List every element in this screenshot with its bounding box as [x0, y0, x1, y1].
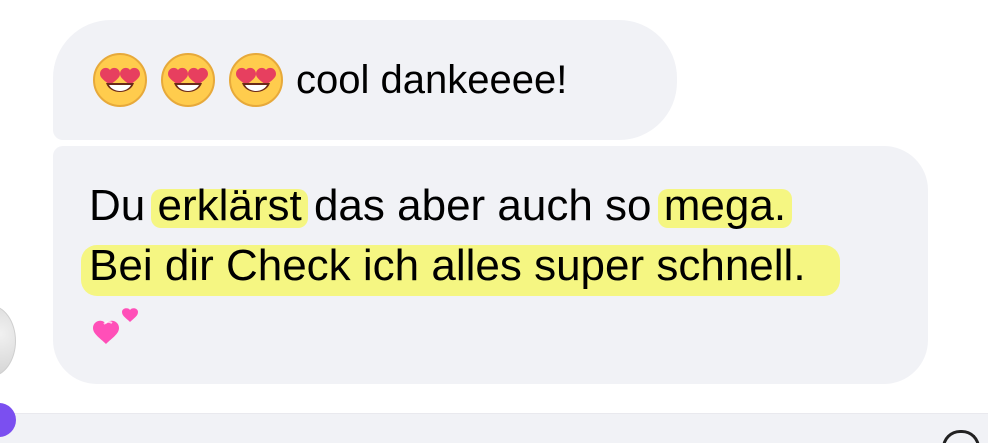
sender-avatar[interactable]: [0, 305, 16, 377]
heart-eyes-emoji-icon: [93, 53, 147, 107]
heart-eyes-emoji-icon: [229, 53, 283, 107]
message-input-bar[interactable]: [0, 413, 988, 443]
heart-eyes-emoji-icon: [161, 53, 215, 107]
message-2-line-1: Du erklärst das aber auch so mega.: [89, 176, 909, 236]
message-1-emojis: [92, 52, 284, 108]
message-2-text: Du erklärst das aber auch so mega. Bei d…: [89, 176, 909, 296]
highlighted-word-mega: mega.: [663, 181, 787, 230]
highlighted-word-erklaerst: erklärst: [157, 181, 302, 230]
message-2-line-1-middle: das aber auch so: [301, 181, 664, 230]
message-2-line-2: Bei dir Check ich alles super schnell.: [89, 236, 909, 296]
highlighted-line-2: Bei dir Check ich alles super schnell.: [89, 241, 806, 290]
two-hearts-emoji-icon: [93, 308, 138, 344]
message-1-text: cool dankeeee!: [296, 58, 568, 102]
message-1-content: cool dankeeee!: [92, 52, 567, 108]
message-2-line-1-before: Du: [89, 181, 158, 230]
chat-screen: cool dankeeee! Du erklärst das aber auch…: [0, 0, 988, 443]
